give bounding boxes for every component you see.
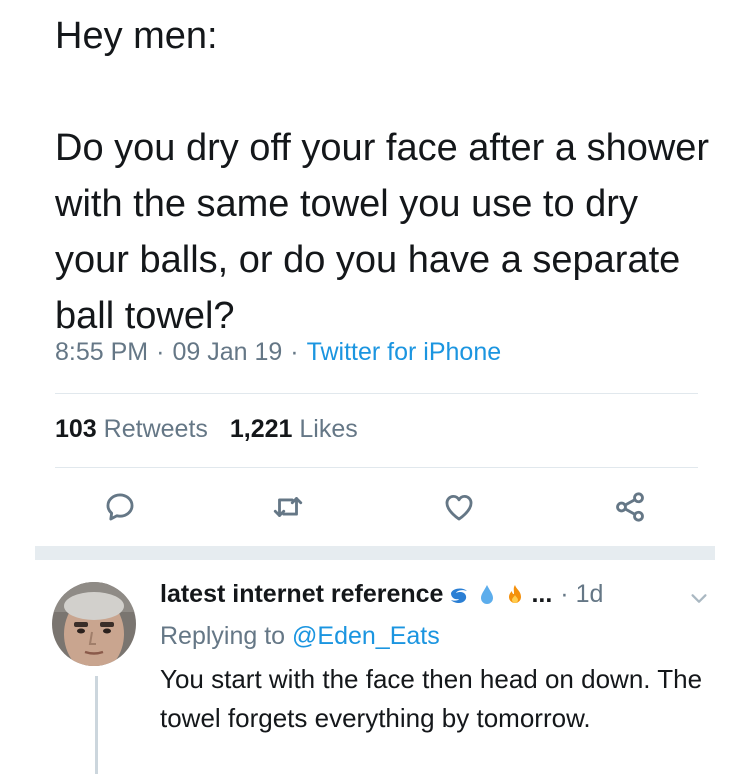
name-ellipsis: ...: [531, 580, 553, 608]
retweet-button[interactable]: [266, 485, 310, 529]
section-separator: [35, 546, 715, 560]
divider: [55, 467, 698, 468]
thread-line: [95, 676, 98, 774]
reply-icon: [106, 493, 134, 521]
tweet-meta: 8:55 PM · 09 Jan 19 · Twitter for iPhone: [55, 338, 501, 367]
share-button[interactable]: [608, 485, 652, 529]
action-bar: [0, 485, 750, 535]
retweets-stat[interactable]: 103 Retweets: [55, 415, 208, 443]
retweets-count: 103: [55, 415, 97, 443]
tweet-text: Hey men: Do you dry off your face after …: [55, 15, 710, 337]
chevron-down-icon[interactable]: [688, 588, 710, 610]
droplet-emoji: [475, 583, 499, 607]
reply-author-name[interactable]: latest internet reference: [160, 580, 443, 609]
retweets-label: Retweets: [103, 415, 208, 443]
likes-count: 1,221: [229, 415, 293, 443]
cyclone-emoji: [447, 583, 471, 607]
reply-text: You start with the face then head on dow…: [160, 664, 703, 733]
tweet-source-link[interactable]: Twitter for iPhone: [307, 338, 502, 366]
reply-timestamp[interactable]: · 1d: [560, 580, 603, 609]
meta-separator: ·: [290, 338, 299, 366]
replying-to-label: Replying to: [160, 622, 286, 650]
reply-header: latest internet reference ... · 1d: [160, 580, 603, 609]
tweet-stats: 103 Retweets 1,221 Likes: [55, 415, 358, 444]
meta-separator: ·: [156, 338, 165, 366]
tweet-time: 8:55 PM: [55, 338, 149, 366]
divider: [55, 393, 698, 394]
fire-emoji: [503, 583, 527, 607]
retweet-icon: [273, 497, 303, 517]
tweet-date: 09 Jan 19: [172, 338, 283, 366]
like-button[interactable]: [437, 485, 481, 529]
avatar[interactable]: [52, 582, 136, 666]
heart-icon: [445, 494, 473, 521]
reply-button[interactable]: [98, 485, 142, 529]
replying-to-handle[interactable]: @Eden_Eats: [292, 622, 440, 650]
replying-to: Replying to @Eden_Eats: [160, 622, 440, 651]
share-icon: [616, 492, 644, 522]
likes-label: Likes: [299, 415, 358, 443]
likes-stat[interactable]: 1,221 Likes: [230, 415, 358, 443]
